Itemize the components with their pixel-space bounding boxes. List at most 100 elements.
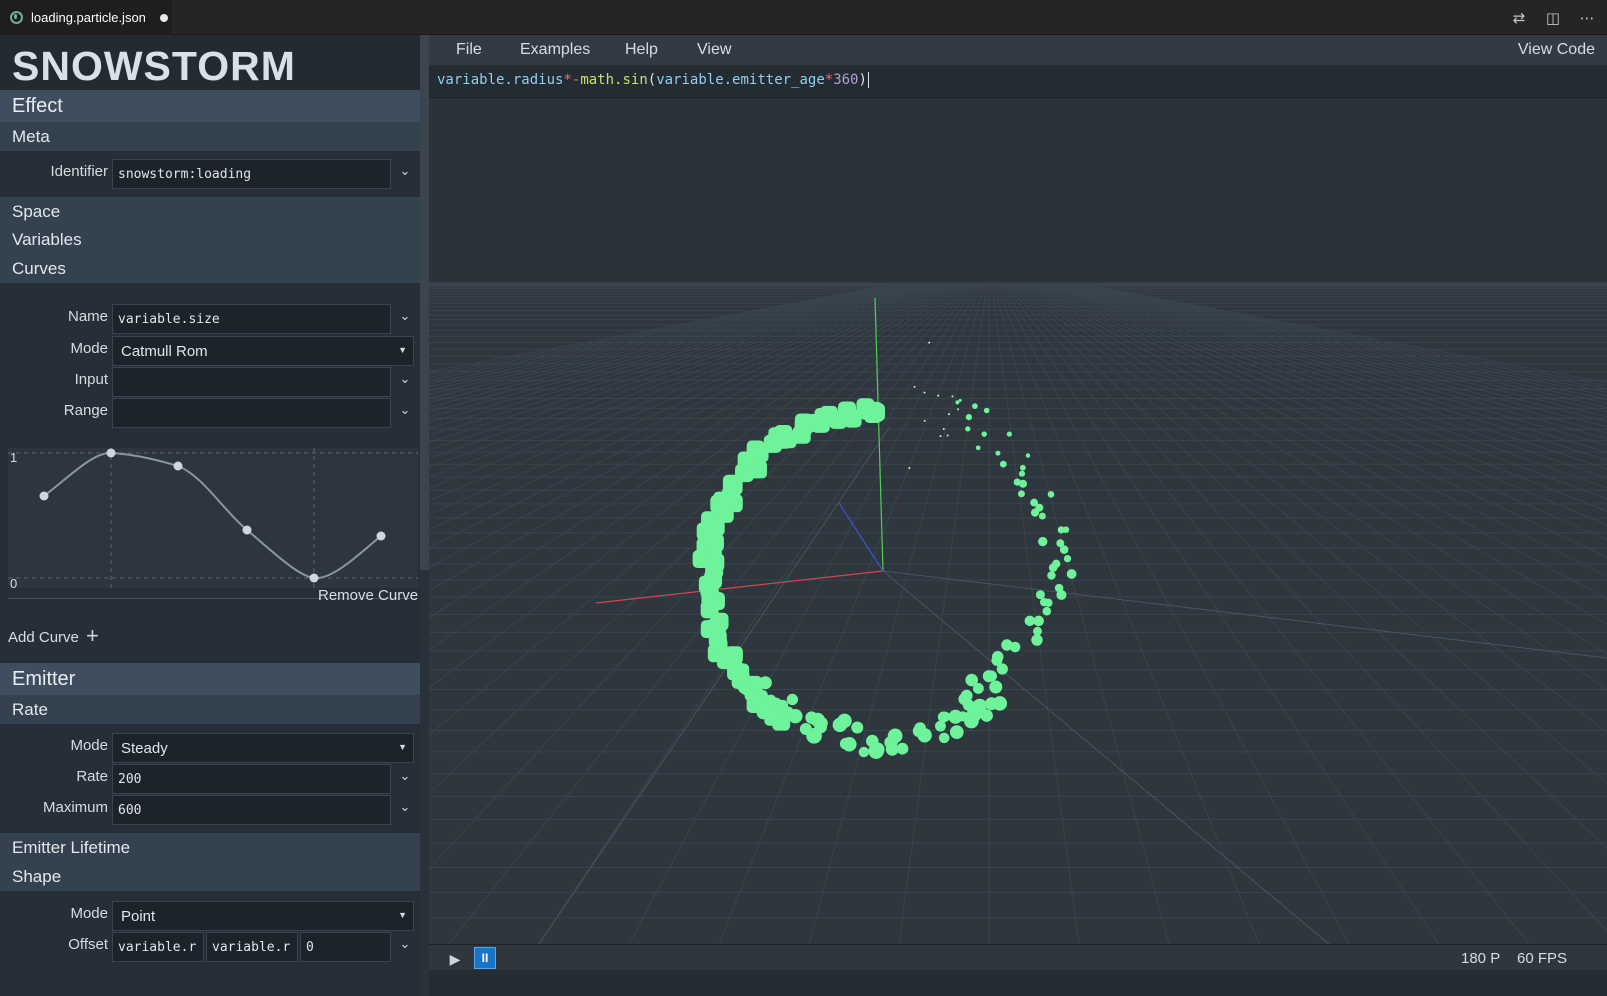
more-actions-icon[interactable]: ⋯	[1579, 9, 1595, 27]
chevron-down-icon[interactable]: ⌄	[394, 936, 416, 952]
curve-input-field[interactable]	[112, 367, 391, 397]
particle	[995, 450, 1001, 456]
chevron-down-icon[interactable]: ⌄	[394, 163, 416, 179]
offset-label: Offset	[68, 936, 108, 953]
particle	[962, 699, 975, 711]
3d-viewport[interactable]	[429, 98, 1607, 944]
particle	[937, 394, 940, 397]
menu-examples[interactable]: Examples	[520, 41, 590, 59]
particle	[992, 696, 1008, 711]
chevron-down-icon[interactable]: ⌄	[394, 768, 416, 784]
particle	[951, 395, 954, 398]
particle	[949, 725, 964, 739]
particle	[1017, 490, 1025, 498]
subsection-space[interactable]: Space	[0, 197, 420, 226]
particle	[985, 670, 998, 682]
rate-label: Rate	[76, 768, 108, 785]
particle	[981, 431, 987, 437]
particle	[1038, 512, 1046, 520]
maximum-input[interactable]: 600	[112, 795, 391, 825]
particle	[942, 428, 945, 431]
particle	[858, 746, 870, 758]
expression-token: variable.emitter_age	[656, 72, 825, 88]
subsection-shape[interactable]: Shape	[0, 862, 420, 891]
particle	[1038, 536, 1048, 547]
section-emitter[interactable]: Emitter	[0, 663, 420, 695]
remove-curve-button[interactable]: Remove Curve	[318, 587, 418, 604]
particle	[756, 706, 770, 720]
particle	[913, 385, 916, 388]
subsection-rate[interactable]: Rate	[0, 695, 420, 724]
subsection-variables[interactable]: Variables	[0, 225, 420, 254]
particle	[928, 341, 931, 344]
section-effect[interactable]: Effect	[0, 90, 420, 122]
menu-file[interactable]: File	[456, 41, 482, 59]
particle	[1035, 590, 1045, 600]
particle	[1031, 634, 1043, 646]
curve-name-label: Name	[67, 308, 108, 325]
curve-graph[interactable]: 1 0	[8, 448, 418, 591]
split-editor-icon[interactable]: ◫	[1545, 9, 1561, 27]
view-code-button[interactable]: View Code	[1518, 41, 1595, 59]
expression-token: )	[858, 72, 867, 88]
editor-tab-bar: loading.particle.json ⇄ ◫ ⋯	[0, 0, 1607, 35]
particle	[1062, 526, 1070, 533]
chevron-down-icon[interactable]: ⌄	[394, 308, 416, 324]
subsection-curves[interactable]: Curves	[0, 254, 420, 283]
playback-bar: ▶ II 180 P 60 FPS	[429, 944, 1607, 970]
curve-mode-label: Mode	[70, 340, 108, 357]
maximum-label: Maximum	[42, 799, 108, 816]
compare-changes-icon[interactable]: ⇄	[1511, 9, 1527, 27]
particle	[1059, 545, 1069, 554]
particle	[870, 742, 885, 757]
menu-view[interactable]: View	[697, 41, 731, 59]
curve-graph-max: 1	[10, 450, 18, 465]
particle	[989, 680, 1003, 694]
chevron-down-icon[interactable]: ⌄	[394, 371, 416, 387]
rate-mode-value: Steady	[121, 740, 168, 757]
chevron-down-icon[interactable]: ⌄	[394, 799, 416, 815]
offset-x-input[interactable]: variable.r	[112, 932, 204, 962]
particle	[887, 728, 903, 744]
particle	[939, 435, 942, 438]
pause-button[interactable]: II	[474, 947, 496, 969]
dropdown-arrow-icon: ▼	[398, 345, 407, 355]
shape-mode-select[interactable]: Point ▼	[112, 901, 414, 931]
chevron-down-icon[interactable]: ⌄	[394, 402, 416, 418]
curve-mode-select[interactable]: Catmull Rom ▼	[112, 336, 414, 366]
main-area: File Examples Help View View Code variab…	[429, 35, 1607, 996]
curve-name-input[interactable]: variable.size	[112, 304, 391, 334]
expression-input[interactable]: variable.radius*-math.sin(variable.emitt…	[429, 66, 1607, 98]
particle	[1044, 598, 1053, 607]
file-tab[interactable]: loading.particle.json	[0, 0, 172, 35]
subsection-meta[interactable]: Meta	[0, 122, 420, 151]
rate-input[interactable]: 200	[112, 764, 391, 794]
menu-bar: File Examples Help View View Code	[429, 35, 1607, 66]
particle	[975, 445, 981, 451]
particle-count: 180 P	[1461, 950, 1501, 967]
particle	[851, 721, 864, 734]
status-bar: ▶ II 180 P 60 FPS	[429, 944, 1607, 996]
rate-mode-select[interactable]: Steady ▼	[112, 733, 414, 763]
offset-y-input[interactable]: variable.r	[206, 932, 298, 962]
particle	[923, 419, 926, 422]
sidebar-scrollbar[interactable]	[420, 35, 429, 996]
particle	[1019, 479, 1028, 488]
menu-help[interactable]: Help	[625, 41, 658, 59]
particle	[814, 716, 828, 730]
curve-graph-min: 0	[10, 576, 18, 591]
particle	[1056, 589, 1067, 600]
particle	[938, 732, 950, 744]
play-button[interactable]: ▶	[445, 949, 465, 969]
particle	[1042, 606, 1052, 616]
scrollbar-thumb[interactable]	[420, 35, 429, 570]
unsaved-dot-icon[interactable]	[159, 13, 168, 22]
plus-icon[interactable]: +	[86, 623, 99, 649]
particle	[957, 408, 960, 411]
curve-range-field[interactable]	[112, 398, 391, 428]
identifier-input[interactable]: snowstorm:loading	[112, 159, 391, 189]
app-logo: SNOWSTORM	[12, 43, 296, 89]
offset-z-input[interactable]: 0	[300, 932, 391, 962]
add-curve-button[interactable]: Add Curve	[8, 629, 79, 646]
subsection-emitter-lifetime[interactable]: Emitter Lifetime	[0, 833, 420, 862]
